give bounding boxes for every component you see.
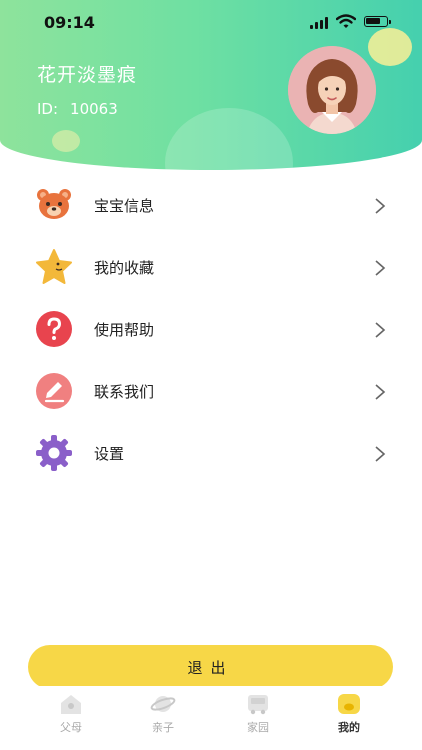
user-id: ID: 10063: [37, 100, 118, 118]
tab-label: 我的: [338, 721, 360, 734]
tab-family[interactable]: 亲子: [128, 692, 198, 742]
menu-label: 联系我们: [94, 383, 155, 401]
tab-label: 父母: [60, 721, 82, 734]
bus-icon: [248, 695, 268, 715]
battery-icon: [364, 16, 391, 27]
tab-home-school[interactable]: 家园: [223, 692, 293, 742]
menu-label: 设置: [94, 445, 125, 463]
tab-parents[interactable]: 父母: [36, 692, 106, 742]
chevron-right-icon: [375, 446, 386, 462]
chevron-right-icon: [375, 384, 386, 400]
chevron-right-icon: [375, 322, 386, 338]
bear-icon: [37, 189, 71, 219]
wifi-icon: [336, 14, 356, 28]
user-name: 花开淡墨痕: [37, 64, 138, 86]
tab-label: 家园: [247, 721, 269, 734]
house-icon: [61, 695, 81, 714]
tab-mine[interactable]: 我的: [314, 692, 384, 742]
menu-item-contact[interactable]: 联系我们: [0, 361, 422, 423]
menu-item-baby-info[interactable]: 宝宝信息: [0, 175, 422, 237]
menu-label: 使用帮助: [94, 321, 155, 339]
menu-item-settings[interactable]: 设置: [0, 423, 422, 485]
planet-icon: [150, 696, 176, 712]
logout-button[interactable]: 退出: [28, 645, 393, 689]
question-icon: [36, 311, 72, 347]
decor-bubble: [165, 108, 293, 170]
signal-icon: [310, 17, 328, 29]
menu-item-favorites[interactable]: 我的收藏: [0, 237, 422, 299]
user-id-value: 10063: [70, 100, 118, 118]
chevron-right-icon: [375, 198, 386, 214]
profile-icon: [338, 694, 360, 714]
star-icon: [36, 249, 72, 284]
menu-label: 宝宝信息: [94, 197, 155, 215]
status-bar: 09:14: [0, 0, 422, 44]
gear-icon: [36, 435, 72, 471]
user-id-label: ID:: [37, 100, 59, 118]
decor-bubble: [52, 130, 80, 152]
avatar[interactable]: [288, 46, 376, 134]
avatar-illustration: [288, 46, 376, 134]
status-time: 09:14: [44, 13, 95, 32]
tab-label: 亲子: [152, 721, 174, 734]
menu-label: 我的收藏: [94, 259, 155, 277]
tab-bar: 父母 亲子 家园 我的: [0, 686, 422, 750]
pencil-icon: [36, 373, 72, 409]
menu-item-help[interactable]: 使用帮助: [0, 299, 422, 361]
chevron-right-icon: [375, 260, 386, 276]
